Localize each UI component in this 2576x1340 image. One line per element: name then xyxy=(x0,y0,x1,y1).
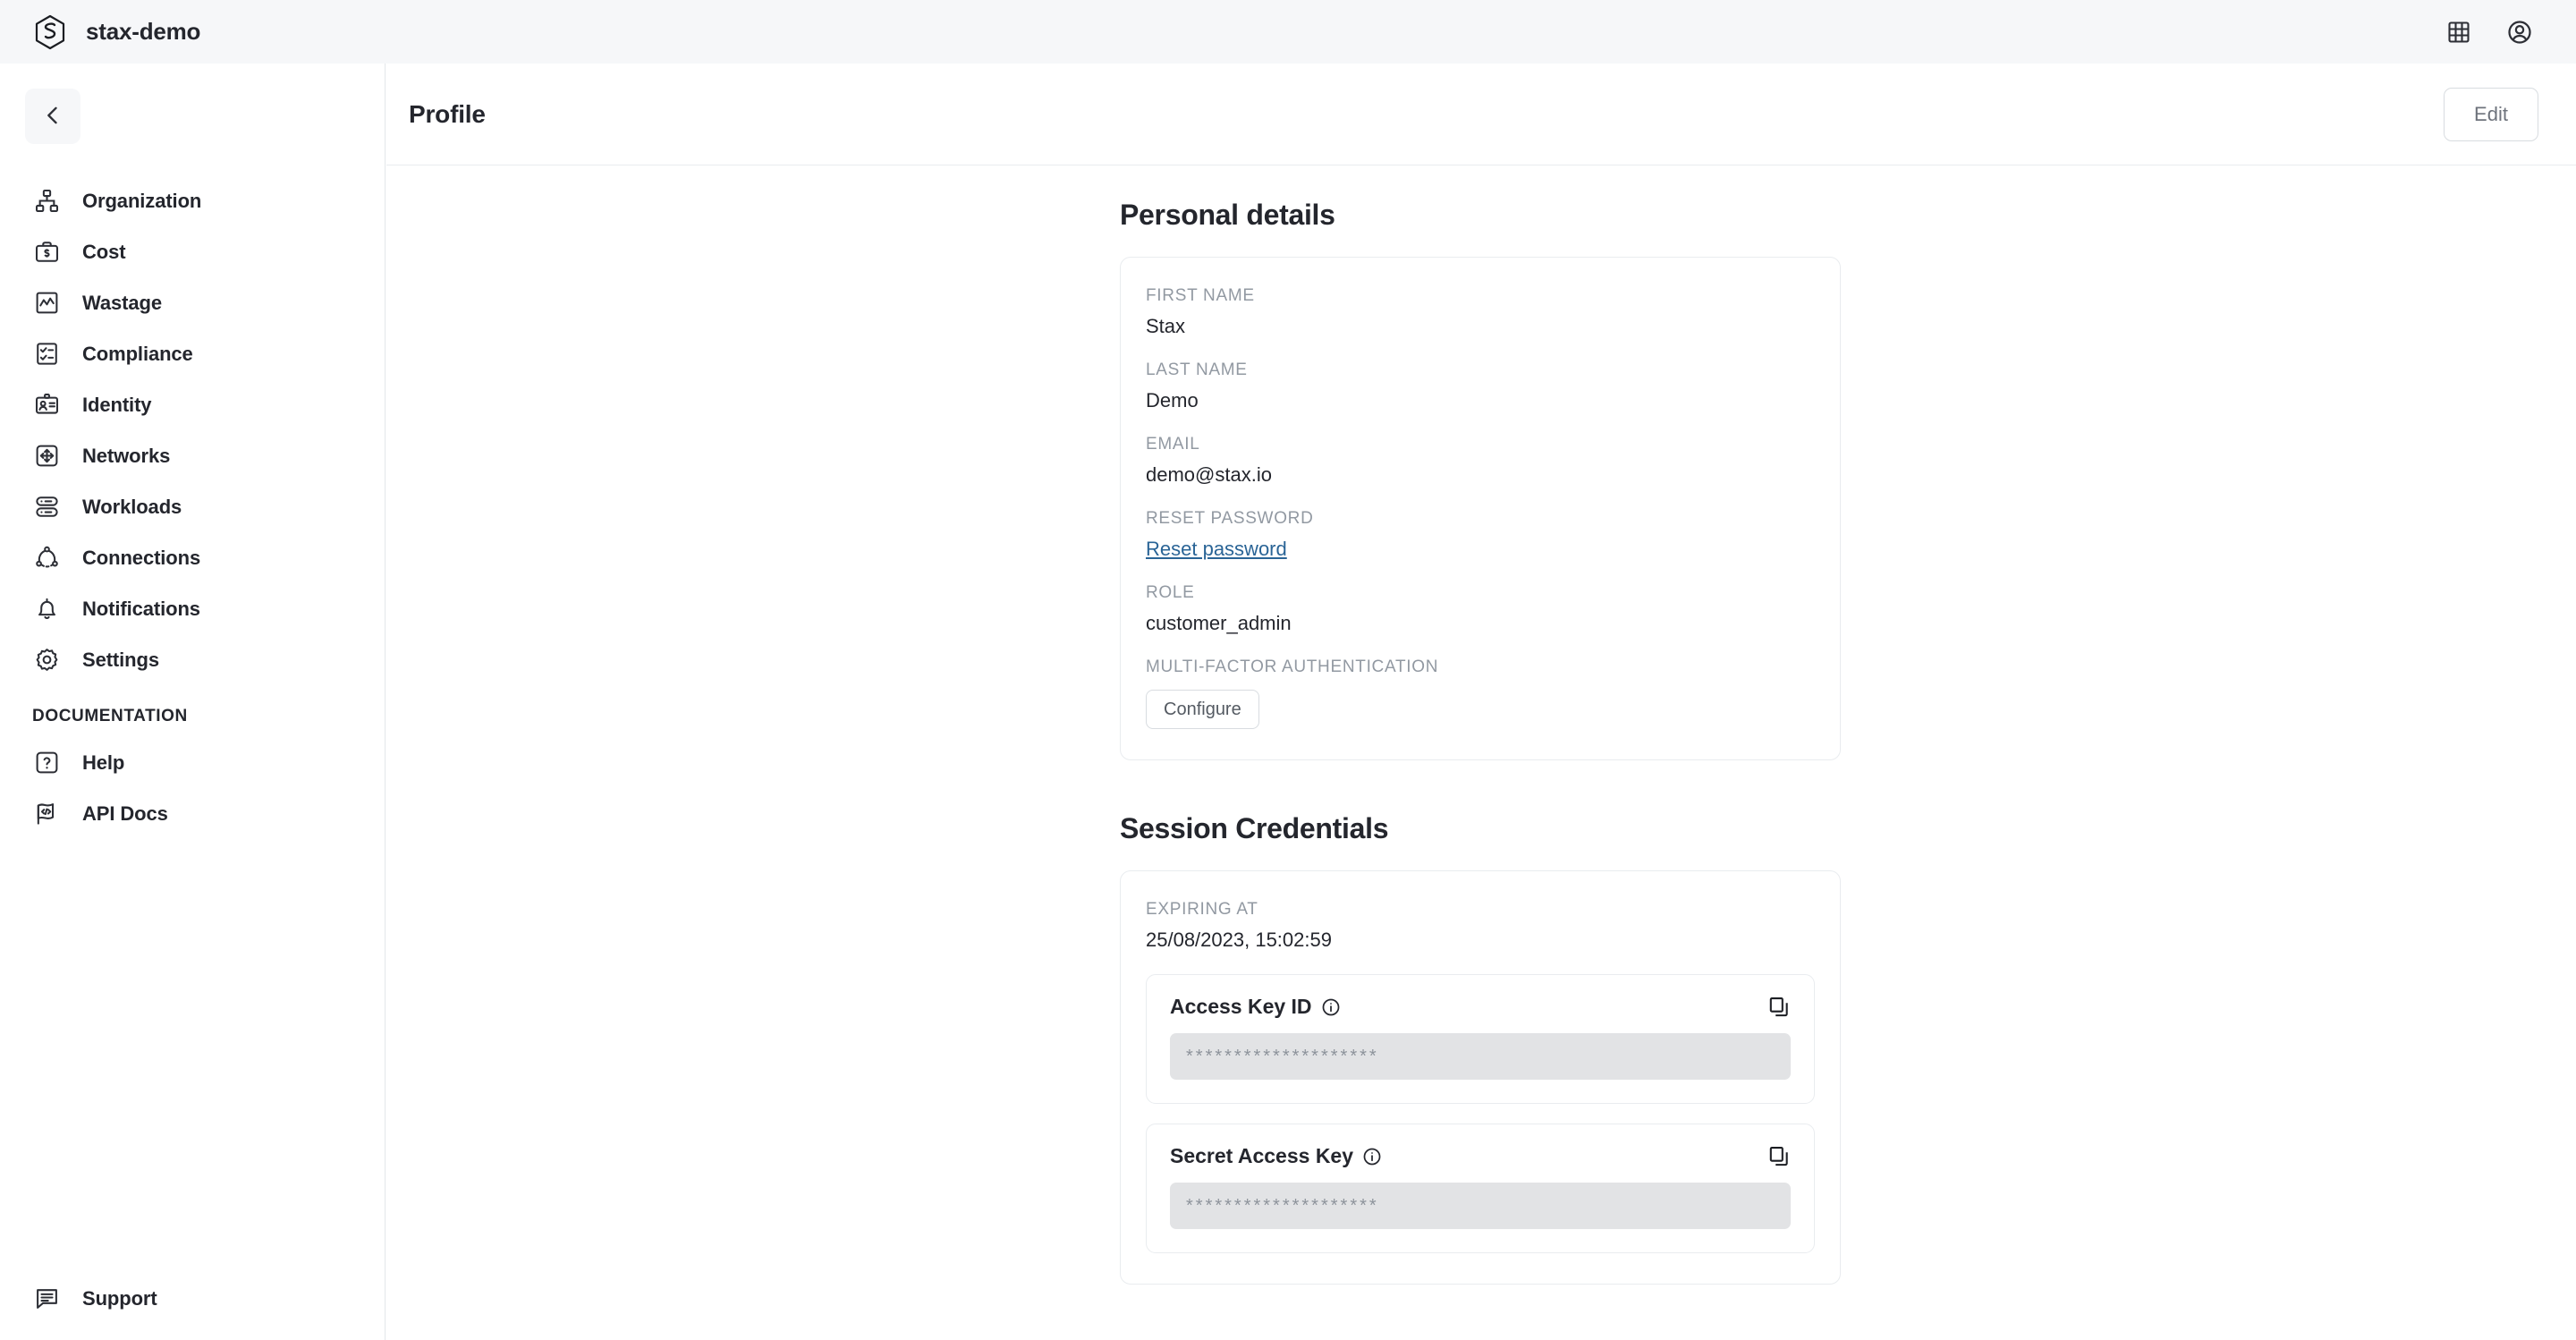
sidebar-item-connections[interactable]: Connections xyxy=(0,532,386,583)
brand[interactable]: stax-demo xyxy=(34,14,200,50)
personal-details-card: FIRST NAME Stax LAST NAME Demo EMAIL dem… xyxy=(1120,257,1841,760)
sidebar-item-workloads[interactable]: Workloads xyxy=(0,481,386,532)
brand-name: stax-demo xyxy=(86,18,201,45)
page-header: Profile Edit xyxy=(386,64,2576,165)
network-nodes-icon xyxy=(32,544,61,572)
access-key-id-input[interactable] xyxy=(1170,1033,1791,1080)
field-label: EXPIRING AT xyxy=(1146,900,1258,919)
bell-icon xyxy=(32,595,61,623)
field-label: FIRST NAME xyxy=(1146,286,1255,305)
access-key-id-title: Access Key ID xyxy=(1170,995,1312,1018)
session-credentials-heading: Session Credentials xyxy=(1120,812,1389,844)
sidebar-item-api-docs[interactable]: API Docs xyxy=(0,788,386,839)
chevron-left-icon xyxy=(40,103,65,131)
sidebar-item-label: Help xyxy=(82,751,125,774)
sidebar-item-notifications[interactable]: Notifications xyxy=(0,583,386,634)
main-content: Profile Edit Personal details FIRST NAME… xyxy=(386,64,2576,1340)
sidebar-item-label: Compliance xyxy=(82,342,193,365)
sidebar-collapse-button[interactable] xyxy=(25,89,80,144)
top-bar: stax-demo xyxy=(0,0,2576,64)
topbar-actions xyxy=(2444,17,2535,47)
stax-hexagon-logo-icon xyxy=(34,14,66,50)
secret-access-key-title: Secret Access Key xyxy=(1170,1144,1354,1167)
field-label: LAST NAME xyxy=(1146,360,1248,379)
info-circle-icon[interactable] xyxy=(1362,1147,1382,1166)
sidebar-item-label: Wastage xyxy=(82,291,162,314)
field-first-name: FIRST NAME Stax xyxy=(1146,286,1815,338)
grid-apps-icon[interactable] xyxy=(2444,17,2474,47)
sidebar-item-label: Identity xyxy=(82,393,152,416)
sidebar-item-label: Organization xyxy=(82,189,202,212)
field-value: demo@stax.io xyxy=(1146,463,1272,486)
sidebar-item-settings[interactable]: Settings xyxy=(0,634,386,685)
sidebar-item-wastage[interactable]: Wastage xyxy=(0,277,386,328)
chat-bubble-icon xyxy=(32,1285,61,1313)
arrows-move-box-icon xyxy=(32,442,61,471)
sidebar-item-networks[interactable]: Networks xyxy=(0,430,386,481)
page-title: Profile xyxy=(409,99,486,128)
configure-mfa-button[interactable]: Configure xyxy=(1146,690,1259,729)
field-last-name: LAST NAME Demo xyxy=(1146,360,1815,412)
secret-access-key-input[interactable] xyxy=(1170,1183,1791,1229)
field-label: MULTI-FACTOR AUTHENTICATION xyxy=(1146,657,1439,676)
session-credentials-card: EXPIRING AT 25/08/2023, 15:02:59 Access … xyxy=(1120,870,1841,1285)
question-mark-box-icon xyxy=(32,749,61,777)
personal-details-heading: Personal details xyxy=(1120,199,1335,231)
info-circle-icon[interactable] xyxy=(1321,997,1341,1017)
gear-icon xyxy=(32,646,61,674)
field-expiring-at: EXPIRING AT 25/08/2023, 15:02:59 xyxy=(1146,900,1815,952)
secret-access-key-box: Secret Access Key xyxy=(1146,1124,1815,1253)
sidebar-item-label: Networks xyxy=(82,444,171,467)
briefcase-dollar-icon xyxy=(32,238,61,267)
field-value: 25/08/2023, 15:02:59 xyxy=(1146,929,1332,951)
content-scroll-area: Personal details FIRST NAME Stax LAST NA… xyxy=(386,165,2576,1339)
sidebar-item-label: Notifications xyxy=(82,597,200,620)
field-value: Stax xyxy=(1146,315,1186,337)
sidebar-item-support[interactable]: Support xyxy=(0,1273,386,1324)
id-card-icon xyxy=(32,391,61,420)
sidebar-item-help[interactable]: Help xyxy=(0,737,386,788)
access-key-id-header: Access Key ID xyxy=(1170,995,1791,1019)
sidebar-item-label: API Docs xyxy=(82,801,168,825)
sidebar-item-label: Workloads xyxy=(82,495,182,518)
sidebar-item-label: Connections xyxy=(82,546,201,569)
field-label: RESET PASSWORD xyxy=(1146,509,1314,528)
field-label: ROLE xyxy=(1146,583,1195,602)
field-value: Demo xyxy=(1146,389,1199,411)
sidebar-item-label: Support xyxy=(82,1286,157,1310)
checklist-icon xyxy=(32,340,61,369)
sidebar: Organization Cost Wastage Compliance Ide… xyxy=(0,64,386,1340)
edit-button[interactable]: Edit xyxy=(2444,87,2538,141)
sidebar-item-label: Settings xyxy=(82,648,159,671)
field-email: EMAIL demo@stax.io xyxy=(1146,435,1815,487)
user-account-icon[interactable] xyxy=(2504,17,2535,47)
field-role: ROLE customer_admin xyxy=(1146,583,1815,635)
sidebar-item-organization[interactable]: Organization xyxy=(0,175,386,226)
sidebar-nav: Organization Cost Wastage Compliance Ide… xyxy=(0,175,386,839)
field-mfa: MULTI-FACTOR AUTHENTICATION Configure xyxy=(1146,657,1815,729)
field-reset-password: RESET PASSWORD Reset password xyxy=(1146,509,1815,561)
sidebar-item-compliance[interactable]: Compliance xyxy=(0,328,386,379)
field-value: customer_admin xyxy=(1146,612,1292,634)
reset-password-link[interactable]: Reset password xyxy=(1146,538,1287,561)
sidebar-section-documentation: DOCUMENTATION xyxy=(32,707,188,725)
sidebar-item-label: Cost xyxy=(82,240,126,263)
code-flag-icon xyxy=(32,800,61,828)
org-chart-icon xyxy=(32,187,61,216)
copy-icon[interactable] xyxy=(1767,996,1791,1019)
server-stack-icon xyxy=(32,493,61,522)
copy-icon[interactable] xyxy=(1767,1145,1791,1168)
chart-line-box-icon xyxy=(32,289,61,318)
field-label: EMAIL xyxy=(1146,435,1200,454)
access-key-id-box: Access Key ID xyxy=(1146,974,1815,1104)
sidebar-item-cost[interactable]: Cost xyxy=(0,226,386,277)
sidebar-item-identity[interactable]: Identity xyxy=(0,379,386,430)
secret-access-key-header: Secret Access Key xyxy=(1170,1144,1791,1168)
